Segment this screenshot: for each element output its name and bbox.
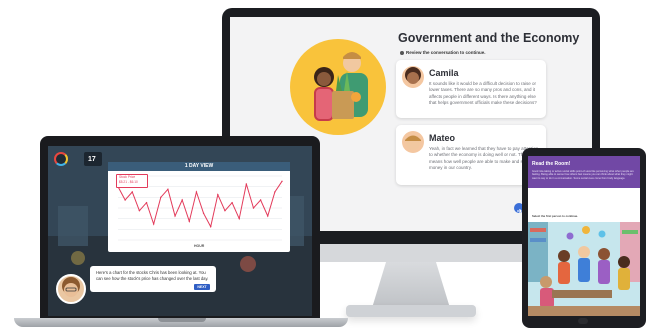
classroom-illustration[interactable] [528, 222, 640, 316]
legend-range: $5.21 - $6.10 [119, 180, 138, 184]
tablet-instruction: Select the first person to continue. [532, 214, 578, 218]
speaker-name: Mateo [429, 133, 456, 143]
shoppers-illustration [314, 52, 368, 121]
stock-price-point [167, 188, 169, 191]
tablet-screen: Read the Room! Good role-taking or activ… [528, 156, 640, 316]
stock-price-point [238, 217, 240, 220]
chat-text: Here's a chart for the stocks Chris has … [96, 270, 209, 281]
stock-chart-panel: 1 DAY VIEW Stock Price $5.21 - $6.10 HOU… [108, 162, 290, 252]
stock-price-point [174, 215, 176, 217]
stock-price-point [202, 212, 205, 215]
dialogue-text: It sounds like it would be a difficult d… [429, 81, 537, 106]
speaker-name: Camila [429, 68, 459, 78]
stock-price-point [124, 199, 126, 201]
chat-panel: Here's a chart for the stocks Chris has … [90, 266, 216, 292]
stock-price-point [195, 191, 198, 193]
stock-price-point [274, 191, 276, 193]
x-axis-label: HOUR [194, 244, 205, 248]
stock-price-point [152, 223, 155, 225]
stock-price-point [259, 199, 262, 201]
laptop-screen: 17 1 DAY VIEW Stock Price $5.21 - $6.10 … [48, 146, 312, 316]
stock-price-point [231, 201, 233, 204]
laptop-notch [158, 318, 206, 322]
progress-ring-icon [54, 152, 68, 166]
camila-avatar [402, 66, 424, 88]
stock-price-point [160, 196, 162, 199]
stock-price-point [188, 220, 191, 223]
instruction-text: Review the conversation to continue. [400, 50, 486, 55]
tablet-title: Read the Room! [532, 161, 571, 167]
stock-price-point [131, 191, 133, 193]
stock-price-point [181, 199, 183, 201]
stock-price-point [281, 180, 283, 183]
stock-price-point [252, 207, 255, 209]
tablet-home-button[interactable] [578, 318, 588, 324]
stock-price-point [209, 225, 212, 228]
chris-avatar [56, 274, 86, 304]
stock-price-point [267, 215, 269, 217]
stock-price-point [217, 193, 219, 196]
stock-price-point [245, 183, 248, 185]
stock-price-point [224, 209, 226, 212]
imac-stand [372, 262, 450, 308]
stock-price-point [138, 209, 141, 212]
stock-price-line [117, 181, 283, 229]
tablet-body-text: Good role-taking or active social skills… [532, 170, 634, 180]
page-title: Government and the Economy [398, 31, 580, 45]
mateo-avatar [402, 131, 424, 153]
score-value: 17 [88, 156, 96, 163]
dialogue-card-camila: Camila It sounds like it would be a diff… [396, 60, 546, 118]
imac-foot [346, 305, 476, 317]
chat-next-button[interactable]: NEXT [194, 284, 210, 290]
chart-legend: Stock Price $5.21 - $6.10 [116, 174, 148, 188]
stock-price-point [145, 201, 148, 204]
